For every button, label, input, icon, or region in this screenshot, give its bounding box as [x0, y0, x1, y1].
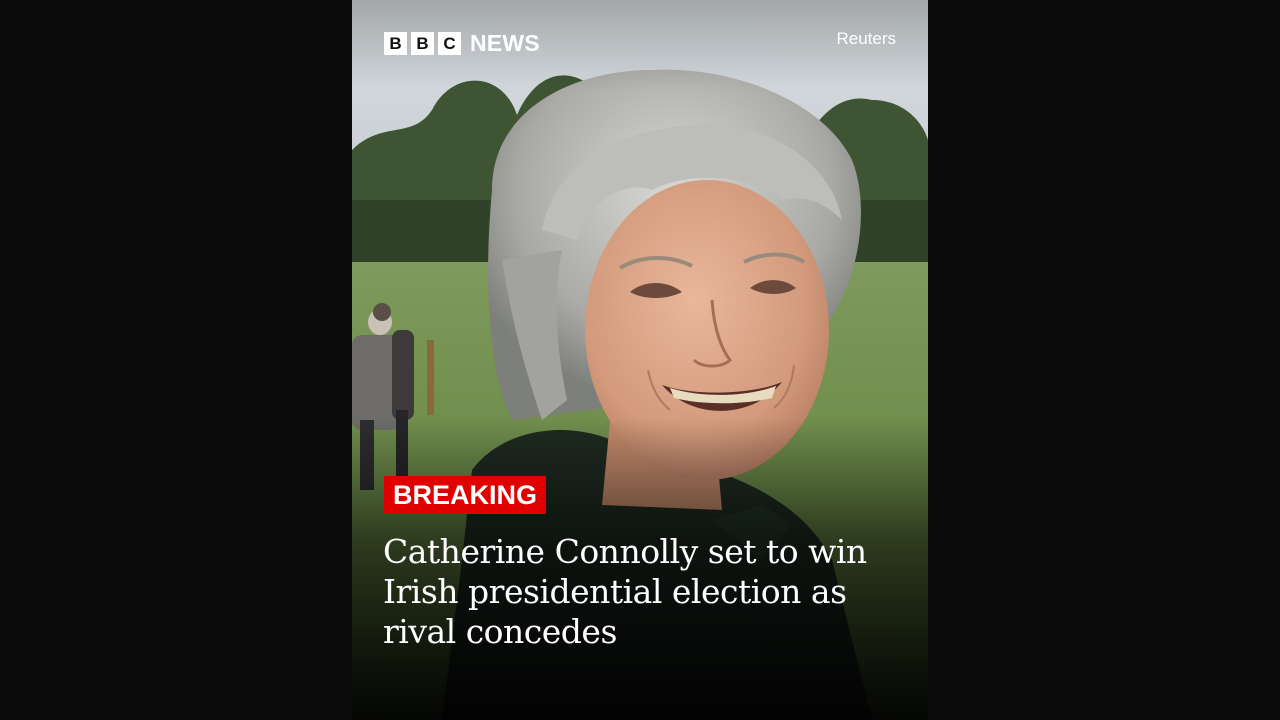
photo-credit: Reuters: [836, 29, 896, 48]
bbc-logo-block-3: C: [438, 32, 461, 55]
headline[interactable]: Catherine Connolly set to win Irish pres…: [383, 532, 903, 652]
breaking-badge: BREAKING: [384, 476, 547, 514]
news-card[interactable]: B B C NEWS Reuters BREAKING Catherine Co…: [352, 0, 928, 720]
bbc-news-logo: B B C NEWS: [384, 32, 540, 55]
bbc-logo-block-1: B: [384, 32, 407, 55]
bbc-logo-block-2: B: [411, 32, 434, 55]
viewport: B B C NEWS Reuters BREAKING Catherine Co…: [0, 0, 1280, 720]
bbc-logo-news-text: NEWS: [470, 30, 540, 56]
